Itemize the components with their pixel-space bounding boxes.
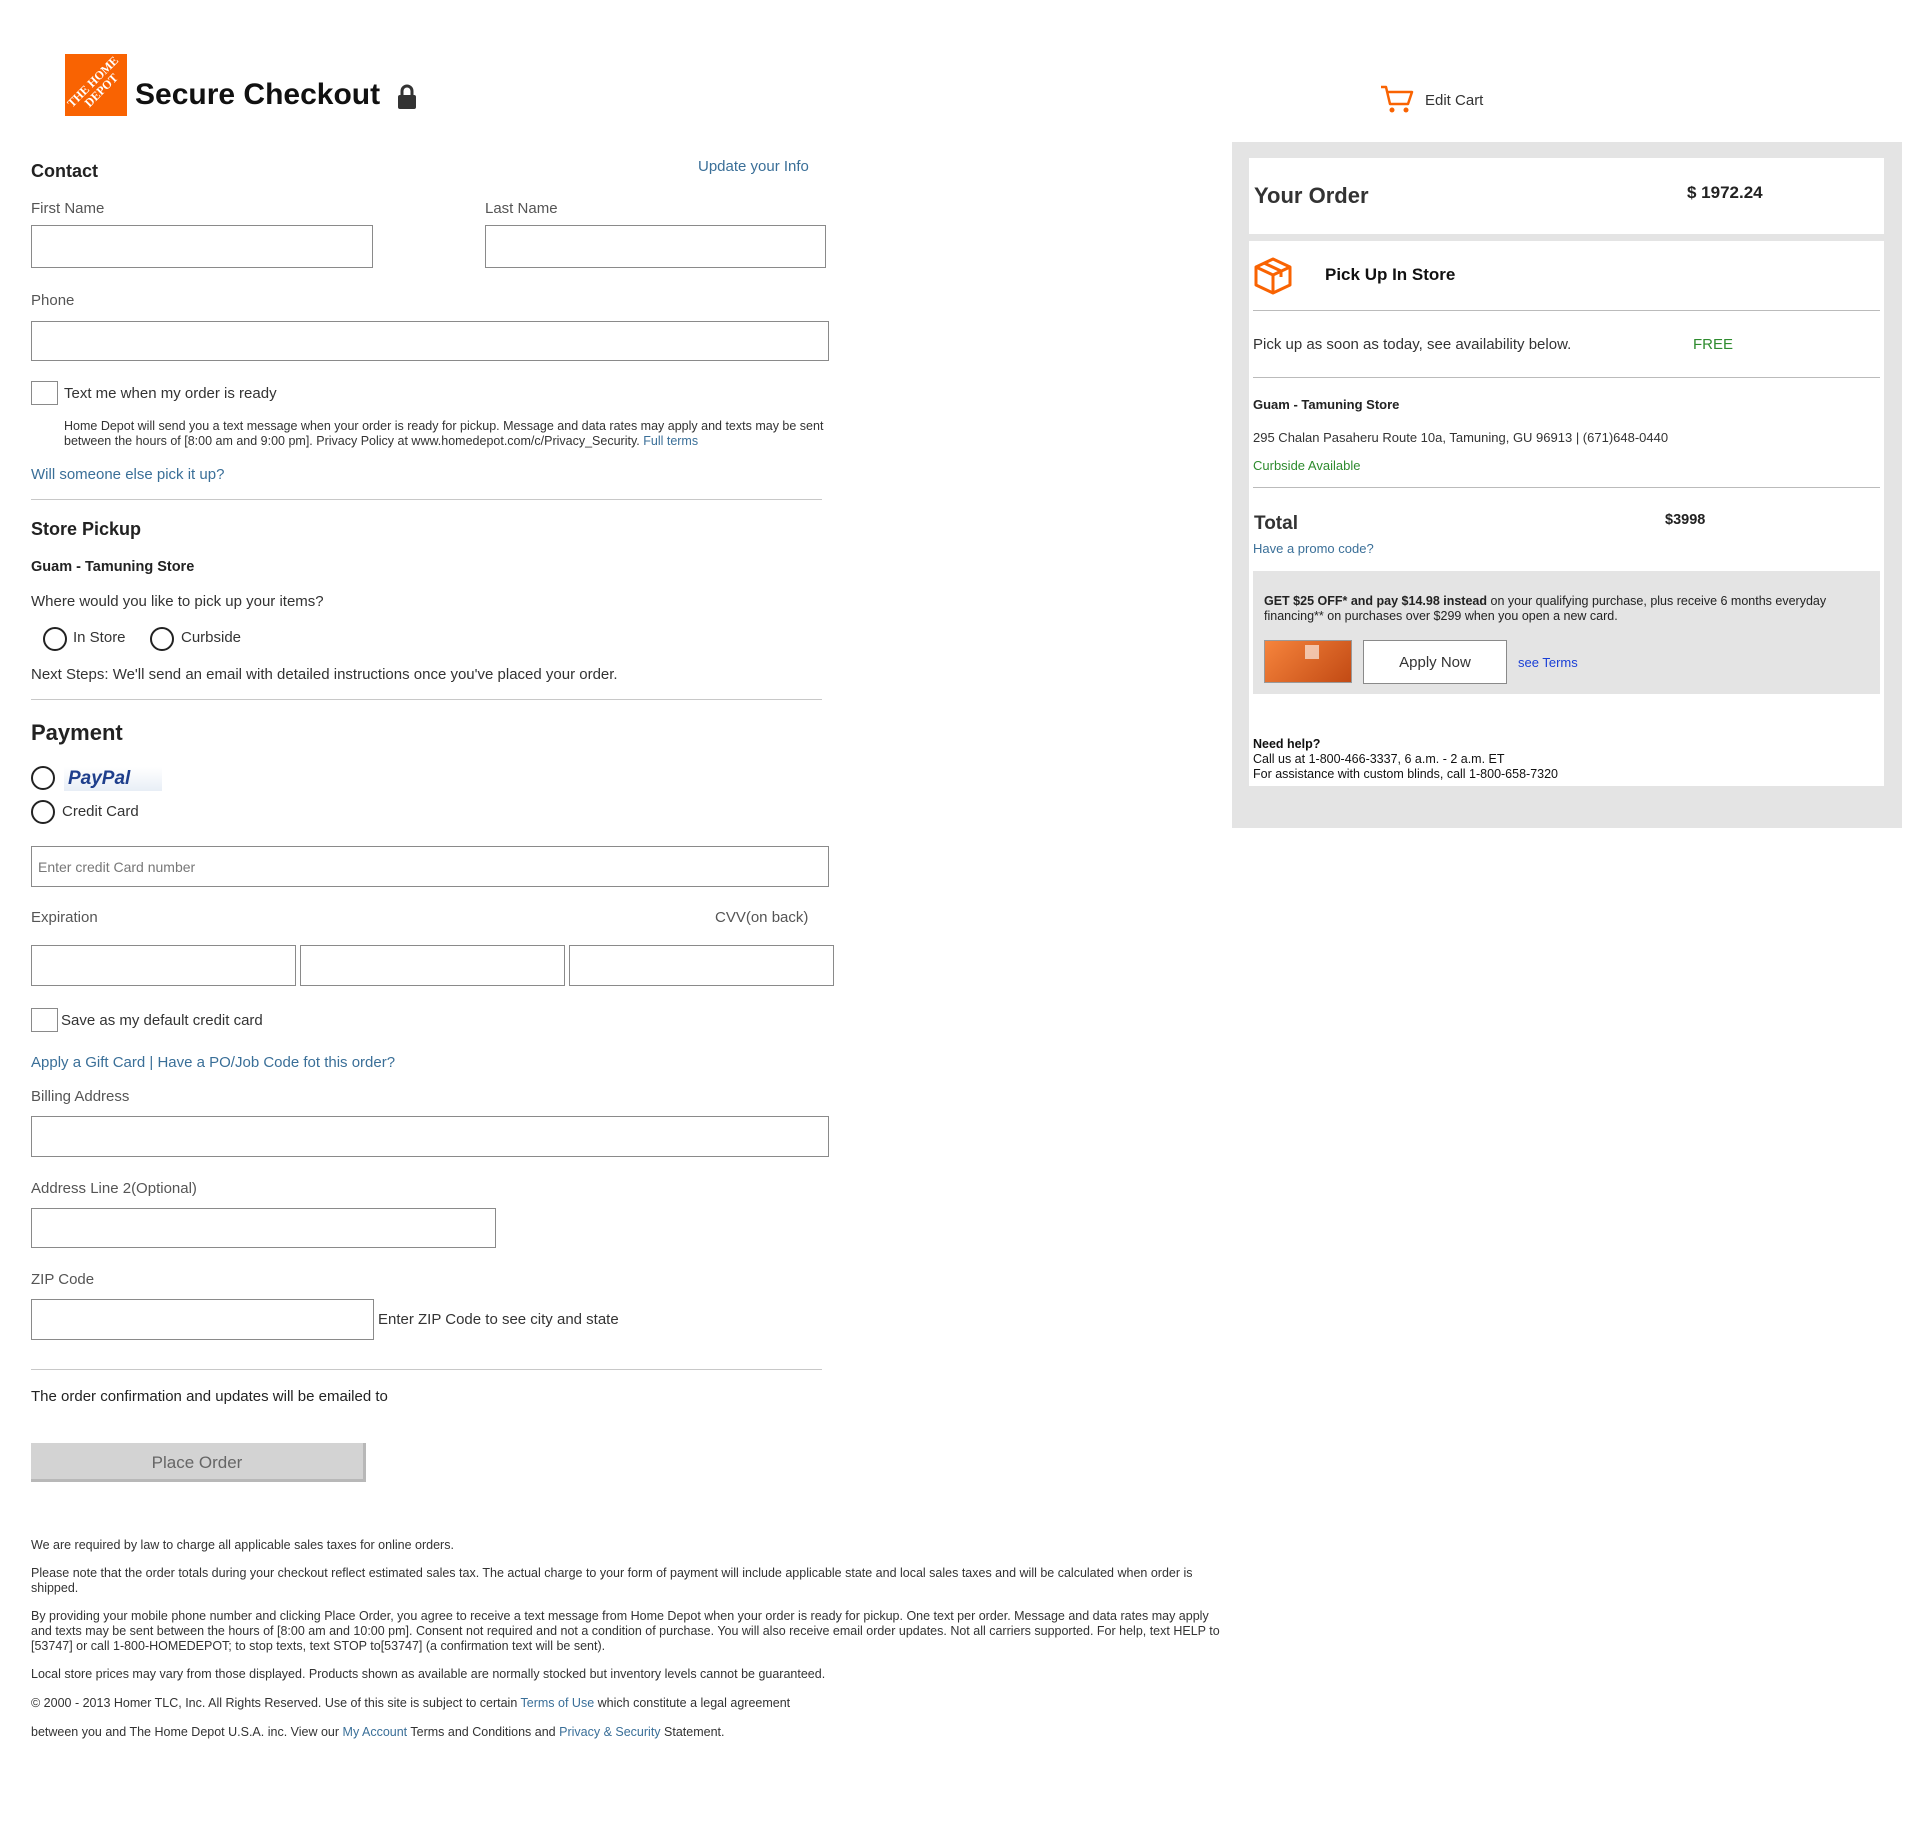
- page-title: Secure Checkout: [135, 78, 381, 111]
- text-me-label: Text me when my order is ready: [64, 385, 277, 402]
- expiration-year-field[interactable]: [300, 945, 565, 986]
- home-depot-card-image: [1264, 640, 1352, 683]
- card-number-field[interactable]: [31, 846, 829, 887]
- logo-text: THE HOME DEPOT: [65, 54, 122, 111]
- footer-estimate-text: Please note that the order totals during…: [31, 1566, 1193, 1595]
- total-amount: $3998: [1665, 512, 1706, 528]
- promo-bold-text: GET $25 OFF* and pay $14.98 instead: [1264, 594, 1488, 608]
- agreement-text: between you and The Home Depot U.S.A. in…: [31, 1725, 340, 1739]
- pickup-price: FREE: [1693, 336, 1734, 353]
- copyright-text-end: which constitute a legal agreement: [597, 1696, 791, 1710]
- phone-label: Phone: [31, 292, 75, 309]
- pickup-store-name: Guam - Tamuning Store: [31, 559, 195, 575]
- total-label: Total: [1254, 513, 1298, 534]
- cvv-field[interactable]: [569, 945, 834, 986]
- zip-code-label: ZIP Code: [31, 1271, 95, 1288]
- footer-tax-text: We are required by law to charge all app…: [31, 1538, 454, 1552]
- next-steps-text: Next Steps: We'll send an email with det…: [31, 666, 618, 683]
- help-blinds-text: For assistance with custom blinds, call …: [1253, 767, 1559, 781]
- paypal-logo: PayPal: [64, 767, 162, 791]
- your-order-title: Your Order: [1254, 183, 1369, 208]
- place-order-label: Place Order: [151, 1453, 243, 1472]
- see-terms-link[interactable]: see Terms: [1518, 655, 1578, 670]
- curbside-label: Curbside: [181, 629, 242, 646]
- home-depot-logo[interactable]: THE HOME DEPOT: [65, 54, 127, 116]
- order-store-address: 295 Chalan Pasaheru Route 10a, Tamuning,…: [1253, 430, 1669, 445]
- footer-prices-text: Local store prices may vary from those d…: [31, 1667, 826, 1681]
- edit-cart-label: Edit Cart: [1425, 92, 1484, 109]
- credit-card-promo: GET $25 OFF* and pay $14.98 instead on y…: [1253, 571, 1880, 694]
- billing-address-label: Billing Address: [31, 1088, 130, 1105]
- footer-sms-text: By providing your mobile phone number an…: [31, 1609, 1220, 1653]
- terms-of-use-link[interactable]: Terms of Use: [521, 1696, 595, 1710]
- apply-now-button[interactable]: Apply Now: [1363, 640, 1507, 684]
- my-account-link[interactable]: My Account: [343, 1725, 408, 1739]
- gift-card-link[interactable]: Apply a Gift Card | Have a PO/Job Code f…: [31, 1054, 395, 1071]
- pickup-in-store-title: Pick Up In Store: [1325, 265, 1456, 284]
- first-name-label: First Name: [31, 200, 105, 217]
- promo-text: GET $25 OFF* and pay $14.98 instead on y…: [1264, 594, 1869, 624]
- cart-icon: [1380, 84, 1414, 119]
- divider: [31, 699, 822, 700]
- lock-icon: [397, 84, 417, 115]
- pickup-description: Pick up as soon as today, see availabili…: [1253, 336, 1572, 353]
- paypal-label: PayPal: [68, 768, 131, 789]
- paypal-radio[interactable]: [31, 766, 55, 790]
- copyright-text: © 2000 - 2013 Homer TLC, Inc. All Rights…: [31, 1696, 518, 1710]
- in-store-label: In Store: [73, 629, 126, 646]
- agreement-text-end: Statement.: [664, 1725, 725, 1739]
- billing-address-field[interactable]: [31, 1116, 829, 1157]
- in-store-radio[interactable]: [43, 627, 67, 651]
- divider: [1253, 487, 1880, 488]
- zip-code-hint: Enter ZIP Code to see city and state: [378, 1311, 619, 1328]
- help-phone-text: Call us at 1-800-466-3337, 6 a.m. - 2 a.…: [1253, 752, 1505, 766]
- curbside-radio[interactable]: [150, 627, 174, 651]
- need-help-title: Need help?: [1253, 737, 1321, 751]
- divider: [1253, 310, 1880, 311]
- address-line2-label: Address Line 2(Optional): [31, 1180, 197, 1197]
- expiration-month-field[interactable]: [31, 945, 296, 986]
- last-name-label: Last Name: [485, 200, 558, 217]
- update-info-link[interactable]: Update your Info: [698, 158, 809, 175]
- footer-agreement: between you and The Home Depot U.S.A. in…: [31, 1725, 1231, 1740]
- store-pickup-title: Store Pickup: [31, 519, 142, 539]
- first-name-field[interactable]: [31, 225, 373, 268]
- save-default-card-label: Save as my default credit card: [61, 1012, 263, 1029]
- text-me-checkbox[interactable]: [31, 381, 58, 405]
- agreement-text-mid: Terms and Conditions and: [410, 1725, 556, 1739]
- save-default-card-checkbox[interactable]: [31, 1008, 58, 1032]
- order-amount: $ 1972.24: [1687, 183, 1763, 202]
- pickup-question: Where would you like to pick up your ite…: [31, 593, 324, 610]
- privacy-security-link[interactable]: Privacy & Security: [559, 1725, 660, 1739]
- confirmation-text: The order confirmation and updates will …: [31, 1388, 388, 1405]
- divider: [31, 499, 822, 500]
- card-logo-mark: [1305, 645, 1319, 659]
- place-order-button[interactable]: Place Order: [31, 1443, 366, 1482]
- expiration-label: Expiration: [31, 909, 98, 926]
- footer-copyright: © 2000 - 2013 Homer TLC, Inc. All Rights…: [31, 1696, 1231, 1711]
- divider: [1253, 377, 1880, 378]
- order-store-name: Guam - Tamuning Store: [1253, 397, 1400, 412]
- order-header-box: Your Order $ 1972.24: [1249, 158, 1884, 234]
- order-details-box: Pick Up In Store Pick up as soon as toda…: [1249, 241, 1884, 786]
- full-terms-link[interactable]: Full terms: [643, 434, 698, 448]
- phone-field[interactable]: [31, 321, 829, 361]
- box-icon: [1253, 257, 1293, 300]
- zip-code-field[interactable]: [31, 1299, 374, 1340]
- divider: [31, 1369, 822, 1370]
- text-disclaimer: Home Depot will send you a text message …: [64, 419, 834, 449]
- last-name-field[interactable]: [485, 225, 826, 268]
- address-line2-field[interactable]: [31, 1208, 496, 1248]
- credit-card-label: Credit Card: [62, 803, 139, 820]
- promo-code-link[interactable]: Have a promo code?: [1253, 541, 1374, 556]
- credit-card-radio[interactable]: [31, 800, 55, 824]
- text-disclaimer-body: Home Depot will send you a text message …: [64, 419, 824, 448]
- payment-title: Payment: [31, 720, 123, 745]
- cvv-label: CVV(on back): [715, 909, 809, 926]
- apply-now-label: Apply Now: [1399, 654, 1471, 671]
- someone-else-link[interactable]: Will someone else pick it up?: [31, 466, 224, 483]
- contact-title: Contact: [31, 161, 98, 181]
- curbside-available: Curbside Available: [1253, 458, 1361, 473]
